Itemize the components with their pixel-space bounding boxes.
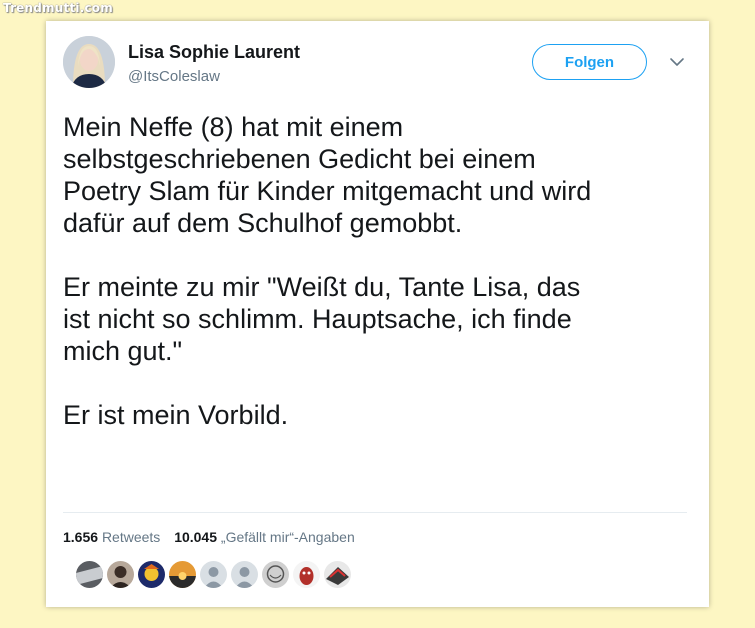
- tweet-paragraph: Er ist mein Vorbild.: [63, 400, 289, 430]
- author-handle[interactable]: @ItsColeslaw: [128, 68, 220, 85]
- liker-avatar[interactable]: [293, 561, 320, 588]
- liker-avatar[interactable]: [200, 561, 227, 588]
- avatar[interactable]: [63, 36, 115, 88]
- chevron-down-icon[interactable]: [668, 55, 686, 69]
- liker-avatar[interactable]: [169, 561, 196, 588]
- liker-avatar[interactable]: [76, 561, 103, 588]
- liker-avatar[interactable]: [262, 561, 289, 588]
- liker-avatar[interactable]: [231, 561, 258, 588]
- tweet-paragraph: Mein Neffe (8) hat mit einem selbstgesch…: [63, 112, 592, 238]
- retweets-count[interactable]: 1.656: [63, 529, 98, 545]
- watermark: Trendmutti.com: [3, 1, 113, 15]
- tweet-paragraph: Er meinte zu mir "Weißt du, Tante Lisa, …: [63, 272, 581, 366]
- tweet-card: Lisa Sophie Laurent @ItsColeslaw Folgen …: [46, 21, 709, 607]
- follow-button[interactable]: Folgen: [532, 44, 647, 80]
- liker-avatar[interactable]: [138, 561, 165, 588]
- tweet-stats: 1.656 Retweets 10.045 „Gefällt mir“-Anga…: [63, 529, 355, 545]
- liker-avatar[interactable]: [324, 561, 351, 588]
- tweet-text: Mein Neffe (8) hat mit einem selbstgesch…: [63, 111, 683, 463]
- liker-avatars: [76, 561, 355, 588]
- retweets-label[interactable]: Retweets: [102, 529, 160, 545]
- author-name[interactable]: Lisa Sophie Laurent: [128, 42, 300, 63]
- likes-count[interactable]: 10.045: [174, 529, 217, 545]
- likes-label[interactable]: „Gefällt mir“-Angaben: [221, 529, 355, 545]
- divider: [63, 512, 687, 513]
- liker-avatar[interactable]: [107, 561, 134, 588]
